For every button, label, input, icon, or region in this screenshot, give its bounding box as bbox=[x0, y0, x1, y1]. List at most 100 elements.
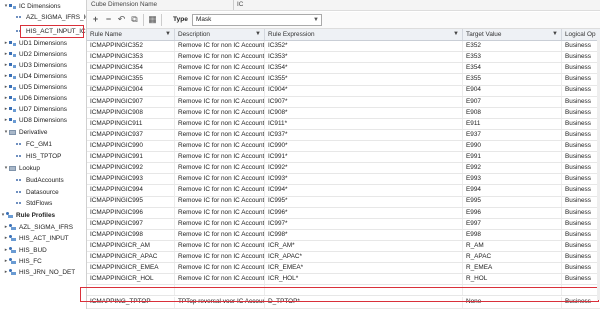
table-cell[interactable]: Business bbox=[562, 163, 600, 173]
table-cell[interactable]: Remove IC for non IC Accounts bbox=[175, 52, 265, 63]
tree-item[interactable]: ▸ UD6 Dimensions bbox=[3, 94, 67, 103]
table-cell[interactable]: Business bbox=[562, 41, 600, 51]
table-cell[interactable]: Business bbox=[562, 185, 600, 195]
table-cell[interactable]: Remove IC for non IC Accounts bbox=[175, 218, 265, 229]
table-cell[interactable]: Remove IC for non IC Accounts bbox=[175, 240, 265, 252]
table-cell[interactable]: ICMAPPINGIC908 bbox=[87, 107, 175, 118]
tree-item[interactable]: ▸ UD2 Dimensions bbox=[3, 50, 67, 59]
table-cell[interactable]: IC992* bbox=[265, 163, 463, 174]
table-cell[interactable]: IC990* bbox=[265, 140, 463, 152]
tree-item[interactable]: ▸ UD1 Dimensions bbox=[3, 39, 67, 48]
table-cell[interactable]: ICMAPPINGIC998 bbox=[87, 229, 175, 240]
table-cell[interactable]: ICMAPPINGIC997 bbox=[87, 218, 175, 229]
tree-item[interactable]: Datasource bbox=[10, 188, 59, 197]
table-cell[interactable]: E997 bbox=[463, 218, 562, 229]
tree-item[interactable]: ▸ HIS_JRN_NO_DET bbox=[3, 268, 75, 277]
tree-item[interactable]: StdFlows bbox=[10, 199, 52, 208]
table-cell[interactable]: ICMAPPINGIC904 bbox=[87, 85, 175, 96]
table-cell[interactable]: Remove IC for non IC Accounts bbox=[175, 107, 265, 118]
undo-icon[interactable]: ↶ bbox=[116, 14, 127, 25]
table-cell[interactable]: IC355* bbox=[265, 74, 463, 85]
column-header[interactable]: Rule Name ▼ bbox=[87, 29, 175, 40]
table-cell[interactable]: IC998* bbox=[265, 229, 463, 240]
table-cell[interactable]: Remove IC for non IC Accounts bbox=[175, 85, 265, 96]
table-row[interactable]: ICMAPPINGIC911 Remove IC for non IC Accou… bbox=[87, 118, 600, 130]
table-cell[interactable]: E996 bbox=[463, 207, 562, 218]
table-cell[interactable]: E354 bbox=[463, 63, 562, 74]
table-row[interactable]: ICMAPPINGICR_HOL Remove IC for non IC Acc… bbox=[87, 274, 600, 286]
filter-icon[interactable]: ▼ bbox=[165, 29, 171, 40]
table-row[interactable]: ICMAPPINGIC908 Remove IC for non IC Accou… bbox=[87, 107, 600, 119]
table-cell[interactable]: Remove IC for non IC Accounts bbox=[175, 229, 265, 240]
tree-item[interactable]: ▸ AZL_SIGMA_IFRS bbox=[3, 223, 73, 232]
table-cell[interactable]: IC991* bbox=[265, 152, 463, 163]
table-cell[interactable]: ICR_AM* bbox=[265, 240, 463, 252]
table-row[interactable]: ICMAPPINGIC993 Remove IC for non IC Accou… bbox=[87, 174, 600, 186]
tree-item[interactable]: ▾ Derivative bbox=[3, 128, 48, 137]
tree-item[interactable]: ▸ HIS_BUD bbox=[3, 246, 47, 255]
table-cell[interactable]: ICMAPPINGIC993 bbox=[87, 174, 175, 185]
table-cell[interactable]: ICR_HOL* bbox=[265, 274, 463, 285]
table-cell[interactable]: IC904* bbox=[265, 85, 463, 96]
tree-item[interactable]: ▸ UD7 Dimensions bbox=[3, 105, 67, 114]
table-cell[interactable]: R_APAC bbox=[463, 251, 562, 263]
table-cell[interactable]: Business bbox=[562, 274, 600, 284]
tree-item[interactable]: BudAccounts bbox=[10, 176, 64, 185]
table-cell[interactable]: Business bbox=[562, 263, 600, 273]
table-cell[interactable]: ICMAPPINGIC907 bbox=[87, 96, 175, 107]
tree-item[interactable]: ▾ Lookup bbox=[3, 164, 40, 173]
table-cell[interactable]: ICMAPPINGIC990 bbox=[87, 140, 175, 152]
table-cell[interactable]: E355 bbox=[463, 74, 562, 85]
tree-item[interactable]: ▾ IC Dimensions bbox=[3, 2, 61, 11]
table-cell[interactable]: E994 bbox=[463, 185, 562, 196]
table-cell[interactable]: Remove IC for non IC Accounts bbox=[175, 41, 265, 52]
table-cell[interactable]: Business bbox=[562, 152, 600, 162]
table-cell[interactable]: Business bbox=[562, 219, 600, 229]
table-row[interactable]: ICMAPPINGIC352 Remove IC for non IC Accou… bbox=[87, 41, 600, 53]
table-cell[interactable]: ICMAPPINGICR_APAC bbox=[87, 251, 175, 263]
remove-icon[interactable]: − bbox=[103, 14, 114, 25]
table-cell[interactable]: Business bbox=[562, 196, 600, 206]
table-cell[interactable]: ICMAPPINGIC355 bbox=[87, 74, 175, 85]
table-cell[interactable]: ICMAPPINGICR_HOL bbox=[87, 274, 175, 285]
table-cell[interactable]: ICMAPPINGIC994 bbox=[87, 185, 175, 196]
table-cell[interactable]: IC997* bbox=[265, 218, 463, 229]
grid-icon[interactable]: ▦ bbox=[147, 14, 158, 25]
filter-icon[interactable]: ▼ bbox=[255, 29, 261, 40]
table-row[interactable]: ICMAPPINGIC354 Remove IC for non IC Accou… bbox=[87, 63, 600, 75]
table-cell[interactable]: Remove IC for non IC Accounts bbox=[175, 174, 265, 185]
table-cell[interactable]: IC996* bbox=[265, 207, 463, 218]
table-cell[interactable]: IC908* bbox=[265, 107, 463, 118]
table-cell[interactable]: E937 bbox=[463, 129, 562, 141]
table-cell[interactable]: Business bbox=[562, 52, 600, 62]
tree-item[interactable]: AZL_SIGMA_IFRS_IC bbox=[10, 13, 86, 22]
table-row[interactable]: ICMAPPINGIC991 Remove IC for non IC Accou… bbox=[87, 152, 600, 164]
table-cell[interactable]: Remove IC for non IC Accounts bbox=[175, 207, 265, 218]
column-header[interactable]: Target Value ▼ bbox=[463, 29, 562, 40]
table-cell[interactable]: E995 bbox=[463, 196, 562, 207]
table-row[interactable]: ICMAPPINGIC994 Remove IC for non IC Accou… bbox=[87, 185, 600, 197]
table-cell[interactable]: Remove IC for non IC Accounts bbox=[175, 152, 265, 163]
table-cell[interactable]: E911 bbox=[463, 118, 562, 129]
tree-item[interactable]: ▸ UD5 Dimensions bbox=[3, 83, 67, 92]
table-row[interactable]: ICMAPPINGIC937 Remove IC for non IC Accou… bbox=[87, 129, 600, 142]
table-cell[interactable]: Business bbox=[562, 108, 600, 118]
table-cell[interactable]: ICMAPPINGIC353 bbox=[87, 52, 175, 63]
table-cell[interactable]: E907 bbox=[463, 96, 562, 107]
table-cell[interactable]: Remove IC for non IC Accounts bbox=[175, 185, 265, 196]
filter-icon[interactable]: ▼ bbox=[453, 29, 459, 40]
table-row[interactable]: ICMAPPINGIC997 Remove IC for non IC Accou… bbox=[87, 218, 600, 230]
table-cell[interactable]: Business bbox=[562, 119, 600, 129]
table-cell[interactable]: IC994* bbox=[265, 185, 463, 196]
table-cell[interactable]: ICMAPPINGICR_EMEA bbox=[87, 263, 175, 274]
tree-item[interactable]: HIS_TPTOP bbox=[10, 152, 61, 161]
table-cell[interactable]: ICMAPPINGIC991 bbox=[87, 152, 175, 163]
table-cell[interactable]: ICR_APAC* bbox=[265, 251, 463, 263]
table-row[interactable]: ICMAPPINGIC904 Remove IC for non IC Accou… bbox=[87, 85, 600, 97]
table-row[interactable]: ICMAPPINGIC998 Remove IC for non IC Accou… bbox=[87, 229, 600, 241]
table-cell[interactable]: R_EMEA bbox=[463, 263, 562, 274]
column-header[interactable]: Description ▼ bbox=[175, 29, 265, 40]
table-row[interactable]: ICMAPPINGIC995 Remove IC for non IC Accou… bbox=[87, 196, 600, 208]
table-cell[interactable]: E352 bbox=[463, 41, 562, 52]
table-cell[interactable]: Business bbox=[562, 141, 600, 151]
